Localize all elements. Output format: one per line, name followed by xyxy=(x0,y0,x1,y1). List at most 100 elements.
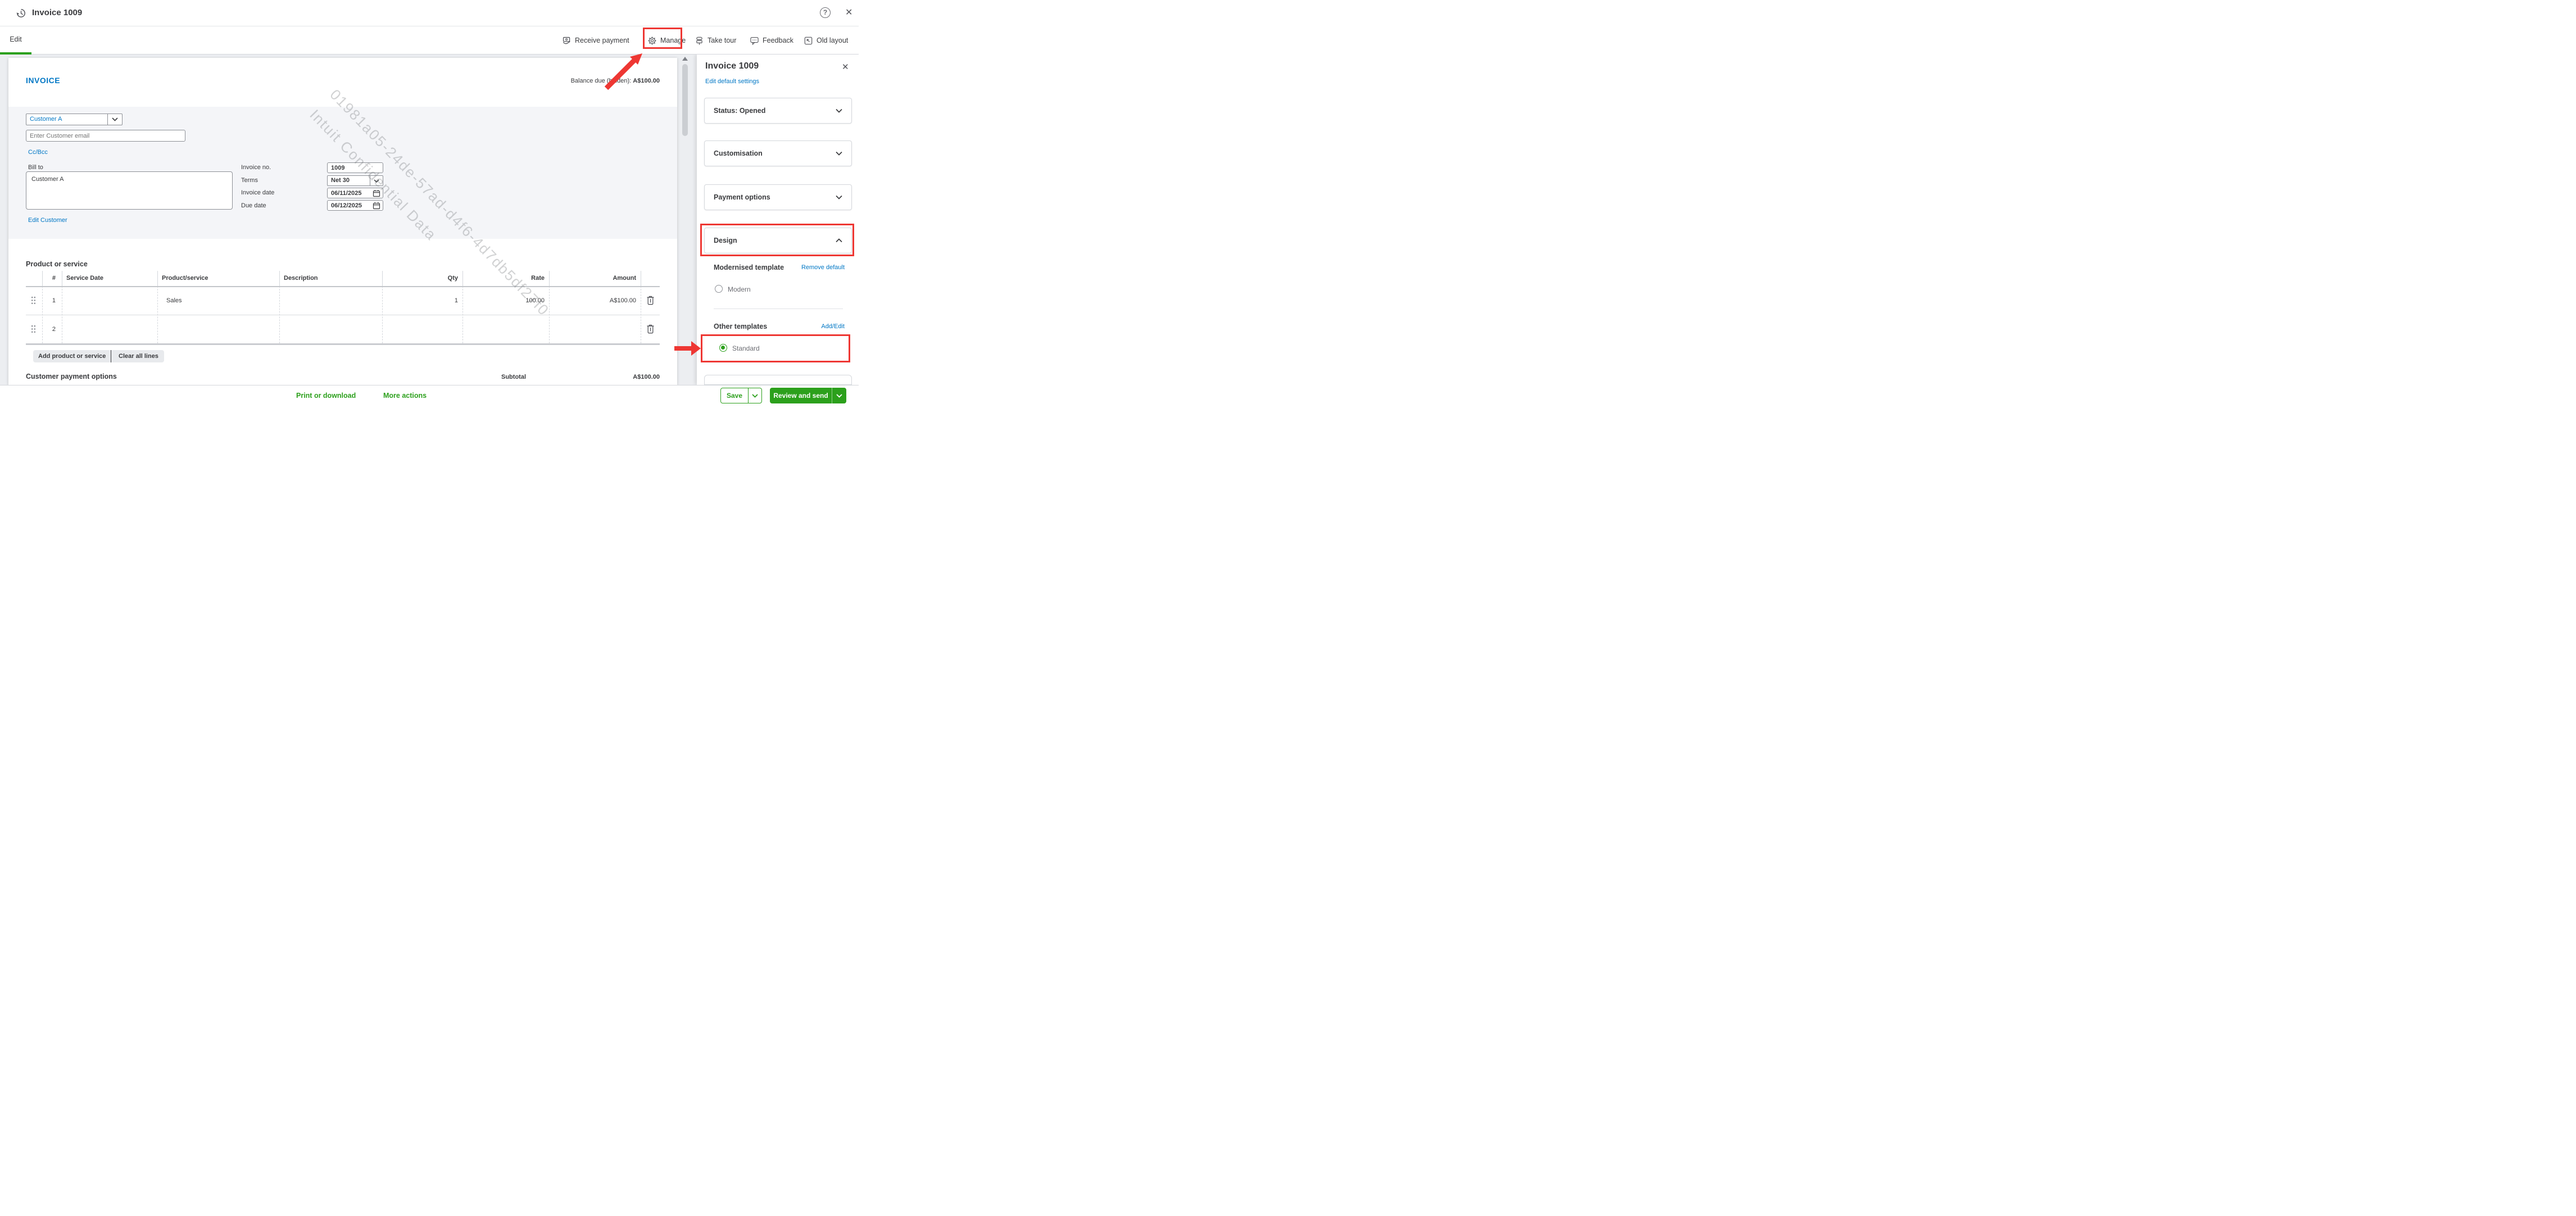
old-layout-button[interactable]: Old layout xyxy=(804,26,848,55)
due-date-input[interactable]: 06/12/2025 xyxy=(327,200,383,211)
product-cell[interactable]: Sales xyxy=(166,297,182,304)
calendar-icon[interactable] xyxy=(373,189,380,197)
invoice-no-input[interactable] xyxy=(327,162,383,173)
chevron-down-icon xyxy=(836,195,842,199)
bill-to-textarea[interactable]: Customer A xyxy=(26,171,233,210)
settings-side-panel: Invoice 1009 ✕ Edit default settings Sta… xyxy=(697,55,859,385)
receive-payment-label: Receive payment xyxy=(575,37,629,44)
old-layout-label: Old layout xyxy=(817,37,849,44)
chevron-down-icon[interactable] xyxy=(370,176,383,185)
chevron-down-icon[interactable] xyxy=(107,114,122,125)
chevron-down-icon[interactable] xyxy=(832,388,846,403)
column-header-amount: Amount xyxy=(613,275,636,282)
customer-select[interactable]: Customer A xyxy=(26,114,123,125)
accordion-payment-options-label: Payment options xyxy=(714,193,770,201)
review-and-send-label: Review and send xyxy=(773,392,828,400)
drag-handle-icon[interactable] xyxy=(31,325,36,333)
bill-to-label: Bill to xyxy=(28,164,43,171)
payment-options-section-title: Customer payment options xyxy=(26,373,117,380)
scrollbar-up-arrow[interactable] xyxy=(682,57,688,61)
take-tour-label: Take tour xyxy=(708,37,737,44)
divider xyxy=(714,308,843,309)
manage-button[interactable]: Manage xyxy=(647,26,686,55)
feedback-label: Feedback xyxy=(763,37,793,44)
accordion-customisation[interactable]: Customisation xyxy=(704,140,852,166)
standard-radio-label: Standard xyxy=(732,344,760,352)
trash-icon[interactable] xyxy=(646,324,655,334)
save-label: Save xyxy=(726,392,743,400)
close-icon[interactable]: ✕ xyxy=(845,7,852,18)
receive-payment-icon xyxy=(563,37,570,44)
scrollbar-thumb[interactable] xyxy=(682,64,688,136)
manage-label: Manage xyxy=(660,37,686,44)
accordion-payment-options[interactable]: Payment options xyxy=(704,184,852,210)
feedback-bubble-icon xyxy=(750,37,759,45)
clear-all-lines-button[interactable]: Clear all lines xyxy=(113,350,164,362)
invoice-form-card: 01981a05-24de-57ad-d4f6-4d7db5df27f0 Int… xyxy=(8,58,677,385)
accordion-design[interactable]: Design xyxy=(704,228,852,253)
balance-due-label: Balance due (hidden): xyxy=(570,78,633,84)
clear-all-lines-label: Clear all lines xyxy=(119,353,158,360)
invoice-editor-window: Invoice 1009 ? ✕ Edit Receive payment Ma… xyxy=(0,0,859,405)
help-icon[interactable]: ? xyxy=(820,7,831,18)
standard-radio[interactable] xyxy=(719,344,727,352)
trash-icon[interactable] xyxy=(646,296,655,305)
add-edit-link[interactable]: Add/Edit xyxy=(809,323,845,330)
drag-handle-icon[interactable] xyxy=(31,296,36,305)
column-header-service-date: Service Date xyxy=(66,275,104,282)
tab-active-indicator xyxy=(0,52,31,55)
print-or-download-link[interactable]: Print or download xyxy=(296,392,356,400)
subtotal-value: A$100.00 xyxy=(633,374,660,380)
subtotal-label: Subtotal xyxy=(501,374,526,380)
panel-close-icon[interactable]: ✕ xyxy=(842,62,849,72)
edit-default-settings-link[interactable]: Edit default settings xyxy=(705,78,759,85)
column-header-qty: Qty xyxy=(447,275,458,282)
row-number: 2 xyxy=(52,326,56,333)
chevron-down-icon[interactable] xyxy=(749,388,761,403)
calendar-icon[interactable] xyxy=(373,202,380,210)
accordion-status-label: Status: Opened xyxy=(714,107,766,115)
panel-title: Invoice 1009 xyxy=(705,61,759,71)
column-header-num: # xyxy=(52,275,56,282)
row-number: 1 xyxy=(52,297,56,304)
cc-bcc-link[interactable]: Cc/Bcc xyxy=(28,149,48,156)
top-bar: Invoice 1009 ? ✕ xyxy=(0,0,859,26)
customer-select-value: Customer A xyxy=(30,116,62,122)
modernised-template-heading: Modernised template xyxy=(714,264,784,271)
tab-edit[interactable]: Edit xyxy=(0,26,31,55)
invoice-no-label: Invoice no. xyxy=(241,164,271,171)
gear-icon xyxy=(648,36,656,45)
receive-payment-button[interactable]: Receive payment xyxy=(562,26,629,55)
edit-customer-link[interactable]: Edit Customer xyxy=(28,217,67,224)
old-layout-icon xyxy=(804,37,813,44)
toolbar: Edit Receive payment Manage Take tour Fe… xyxy=(0,26,859,55)
bottom-action-bar: Print or download More actions Save Revi… xyxy=(0,385,859,405)
next-accordion-partial[interactable] xyxy=(704,375,852,385)
modern-radio[interactable] xyxy=(715,285,723,293)
save-button[interactable]: Save xyxy=(720,388,762,403)
modern-radio-label: Modern xyxy=(728,285,751,293)
terms-select[interactable]: Net 30 xyxy=(327,175,383,186)
terms-value: Net 30 xyxy=(331,177,350,184)
invoice-date-label: Invoice date xyxy=(241,189,275,196)
remove-default-link[interactable]: Remove default xyxy=(792,264,845,271)
history-icon[interactable] xyxy=(16,8,26,21)
column-header-rate: Rate xyxy=(531,275,545,282)
accordion-status[interactable]: Status: Opened xyxy=(704,98,852,124)
balance-due: Balance due (hidden): A$100.00 xyxy=(571,78,660,84)
invoice-date-value: 06/11/2025 xyxy=(331,189,362,197)
take-tour-button[interactable]: Take tour xyxy=(695,26,736,55)
qty-cell[interactable]: 1 xyxy=(382,297,458,304)
column-header-description: Description xyxy=(284,275,318,282)
chevron-down-icon xyxy=(836,151,842,156)
feedback-button[interactable]: Feedback xyxy=(750,26,793,55)
customer-email-input[interactable] xyxy=(26,130,185,142)
invoice-date-input[interactable]: 06/11/2025 xyxy=(327,188,383,198)
balance-due-amount: A$100.00 xyxy=(633,78,660,84)
more-actions-link[interactable]: More actions xyxy=(383,392,427,400)
tab-edit-label: Edit xyxy=(10,35,22,43)
rate-cell[interactable]: 100.00 xyxy=(462,297,545,304)
review-and-send-button[interactable]: Review and send xyxy=(770,388,846,403)
add-product-label: Add product or service xyxy=(38,353,106,360)
add-product-button[interactable]: Add product or service xyxy=(33,350,126,362)
